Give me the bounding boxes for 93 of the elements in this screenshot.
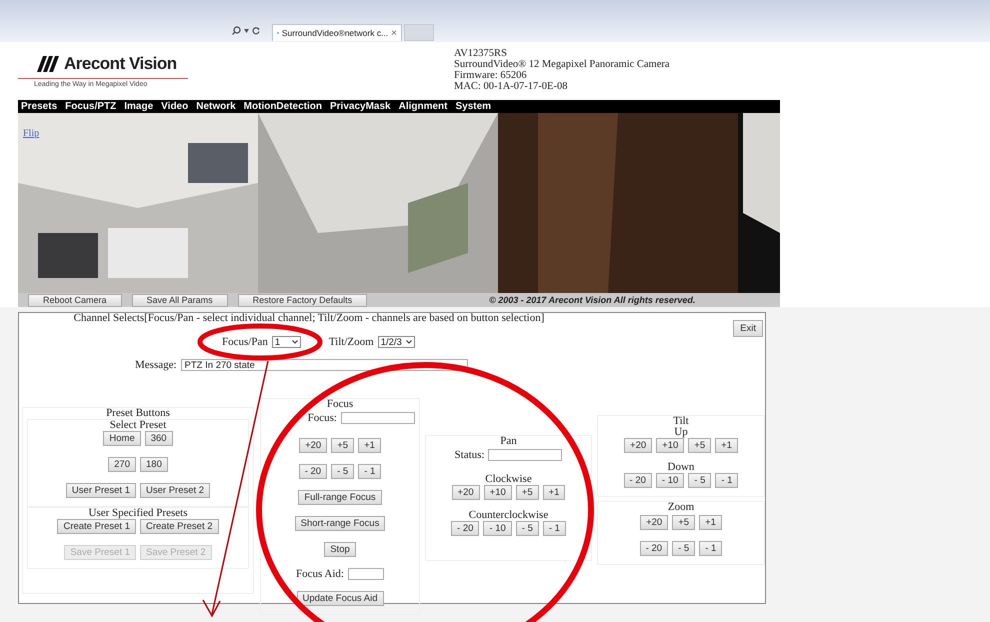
exit-button[interactable]: Exit [733,320,763,337]
step-button[interactable]: +10 [656,438,684,453]
focus-pan-label: Focus/Pan [222,335,268,350]
section-title: Pan [499,436,518,447]
focus-button[interactable]: Short-range Focus [294,516,386,530]
step-button[interactable]: +5 [672,515,696,530]
copyright-text: © 2003 - 2017 Arecont Vision All rights reserved. [489,295,696,305]
logo-text: Arecont Vision [64,54,177,74]
step-button[interactable]: +20 [640,515,668,530]
step-button[interactable]: +10 [484,484,512,500]
message-label: Message: [135,358,177,372]
step-button[interactable]: - 10 [656,473,684,488]
step-button[interactable]: - 5 [331,464,354,478]
step-button[interactable]: - 20 [451,520,480,536]
step-button[interactable]: - 20 [298,464,328,478]
action-button[interactable]: Restore Factory Defaults [238,294,368,306]
refresh-icon[interactable] [252,26,260,35]
section-title: Zoom [666,502,696,513]
browser-tab[interactable]: SurroundVideo®network c... × [272,24,402,41]
step-button[interactable]: - 5 [516,520,539,536]
step-button[interactable]: +20 [624,438,652,453]
device-info-text: Firmware: 65206 [454,70,528,81]
focus-field[interactable] [341,412,415,424]
focus-button[interactable]: Full-range Focus [298,490,382,504]
device-info-text: SurroundVideo® 12 Megapixel Panoramic Camera [454,59,670,70]
step-button[interactable]: +1 [699,515,722,530]
update-focus-aid-button[interactable]: Update Focus Aid [296,591,384,606]
step-button[interactable]: - 1 [699,541,722,556]
tilt-zoom-label: Tilt/Zoom [328,335,374,350]
preset-button[interactable]: Home [103,431,141,446]
menu-item[interactable]: System [456,101,492,112]
preset-button[interactable]: Create Preset 1 [57,519,136,534]
device-info-text: MAC: 00-1A-07-17-0E-08 [454,81,568,92]
logo-icon [34,56,60,72]
preset-button[interactable]: 180 [140,457,168,472]
tab-title: SurroundVideo®network c... [282,28,388,38]
step-button[interactable]: - 5 [688,473,712,488]
group-label: Down [666,462,696,473]
chevron-icon [406,340,412,344]
step-button[interactable]: +5 [688,438,712,453]
menu-item[interactable]: Image [124,101,154,112]
flip-link[interactable]: Flip [23,126,40,141]
focus-button[interactable]: Stop [324,542,356,556]
focus-aid-field[interactable] [348,568,384,580]
section-title: Focus [326,399,354,410]
preset-button[interactable]: Create Preset 2 [140,519,219,534]
step-button[interactable]: +5 [516,484,539,500]
step-button[interactable]: +1 [715,438,738,453]
focus-aid-label: Focus Aid: [296,566,344,582]
caret-icon[interactable] [244,28,249,32]
menu-item[interactable]: Focus/PTZ [65,101,116,112]
preset-button[interactable]: User Preset 2 [140,483,210,498]
section-title: Select Preset [108,420,168,431]
menu-item[interactable]: MotionDetection [244,101,322,112]
step-button[interactable]: +20 [299,438,328,452]
menu-item[interactable]: PrivacyMask [330,101,391,112]
status-label: Status: [454,448,484,463]
group-label: Up [673,427,689,438]
search-icon[interactable] [232,26,241,35]
step-button[interactable]: - 1 [542,520,566,536]
section-title: Preset Buttons [105,408,171,419]
preset-button[interactable]: 270 [108,457,136,472]
status-field[interactable] [488,449,562,462]
step-button[interactable]: +1 [542,484,566,500]
tilt-zoom-select[interactable]: 1/2/3 [378,336,415,348]
step-button[interactable]: - 5 [672,541,696,556]
step-button[interactable]: - 20 [624,473,652,488]
focus-label: Focus: [308,411,337,426]
focus-pan-select[interactable]: 1 [272,336,301,348]
step-button[interactable]: - 10 [483,520,512,536]
group-label: Counterclockwise [468,510,550,520]
section-title: Tilt [672,416,690,427]
close-button[interactable]: × [391,28,397,38]
step-button[interactable]: - 1 [715,473,738,488]
step-button[interactable]: +20 [452,484,480,500]
action-button[interactable]: Reboot Camera [28,294,122,306]
menu-item[interactable]: Video [161,101,188,112]
menu-item[interactable]: Network [196,101,236,112]
chevron-icon [292,340,298,344]
menu-item[interactable]: Alignment [398,101,448,112]
device-info-text: AV12375RS [454,48,508,59]
menu-item[interactable]: Presets [21,101,58,112]
action-button[interactable]: Save All Params [132,294,228,306]
section-title: User Specified Presets [88,508,188,519]
channel-selects-text: Channel Selects[Focus/Pan - select individual channel; Tilt/Zoom - channels are based on button selection] [72,313,546,324]
group-label: Clockwise [484,474,533,484]
step-button[interactable]: - 1 [358,464,382,478]
step-button[interactable]: +5 [331,438,354,452]
step-button[interactable]: - 20 [640,541,668,556]
preset-button[interactable]: 360 [144,431,173,446]
step-button[interactable]: +1 [358,438,381,452]
preset-button[interactable]: User Preset 1 [66,483,136,498]
new-tab-button[interactable] [404,24,434,41]
